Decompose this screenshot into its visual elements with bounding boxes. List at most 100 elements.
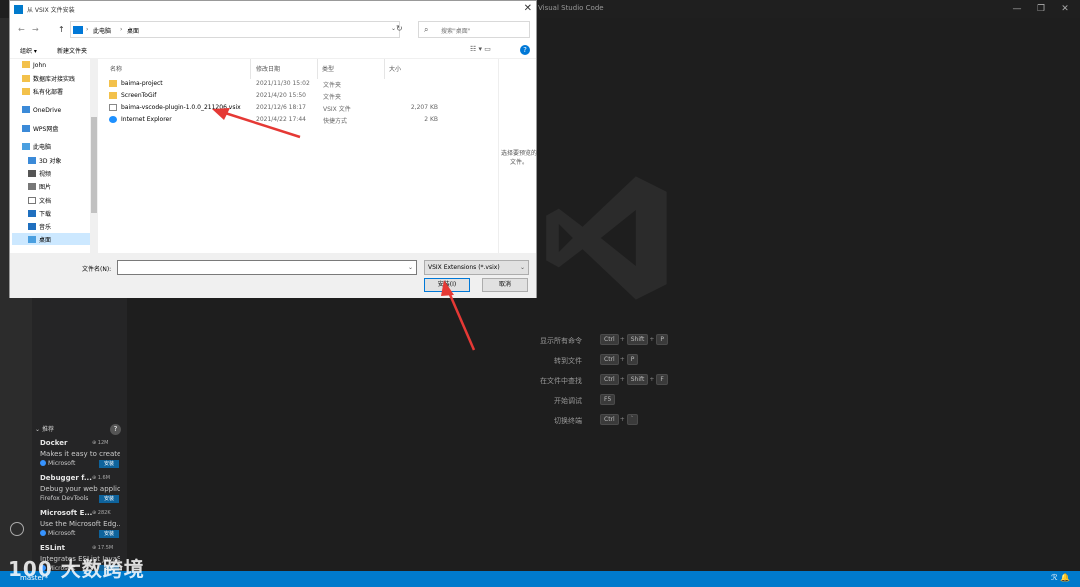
- filename-label: 文件名(N):: [82, 266, 112, 273]
- music-icon: [28, 223, 36, 230]
- search-input[interactable]: ⌕ 搜索"桌面": [418, 21, 530, 38]
- shortcut-row: 显示所有命令 Ctrl + Shift + P: [490, 334, 710, 346]
- extension-downloads: ⊕ 282K: [92, 510, 111, 516]
- shortcut-keys: Ctrl + Shift + P: [600, 334, 669, 345]
- column-divider[interactable]: [250, 59, 251, 79]
- shortcut-keys: Ctrl + `: [600, 414, 639, 425]
- account-icon[interactable]: [10, 522, 24, 536]
- refresh-icon[interactable]: ↻: [396, 24, 403, 33]
- folder-icon: [109, 92, 117, 99]
- column-header-name[interactable]: 名称: [110, 64, 122, 73]
- help-icon[interactable]: ?: [520, 45, 530, 55]
- file-type: 快捷方式: [323, 118, 348, 125]
- shortcut-keys: Ctrl + P: [600, 354, 639, 365]
- shortcut-label: 开始调试: [554, 397, 582, 405]
- install-button[interactable]: 安装(I): [424, 278, 470, 292]
- nav-item-desktop[interactable]: 桌面: [28, 235, 51, 247]
- file-row[interactable]: ScreenToGif 2021/4/20 15:50 文件夹: [106, 90, 486, 102]
- nav-item-john[interactable]: John: [22, 61, 46, 73]
- nav-item-music[interactable]: 音乐: [28, 222, 51, 234]
- new-folder-button[interactable]: 新建文件夹: [57, 46, 87, 55]
- nav-item-private-deploy[interactable]: 私有化部署: [22, 87, 63, 99]
- key: Shift: [626, 334, 649, 345]
- extension-install-button[interactable]: 安装: [99, 495, 119, 503]
- extension-publisher: Firefox DevTools: [40, 495, 89, 502]
- minimize-button[interactable]: —: [1006, 2, 1028, 16]
- extension-downloads: ⊕ 17.5M: [92, 545, 114, 551]
- extension-item[interactable]: Docker ⊕ 12M Makes it easy to create... …: [40, 439, 124, 473]
- file-type: 文件夹: [323, 82, 342, 89]
- status-notifications[interactable]: ℛ 🔔: [1051, 573, 1070, 582]
- nav-item-onedrive[interactable]: OneDrive: [22, 106, 61, 118]
- nav-item-this-pc[interactable]: 此电脑: [22, 142, 51, 154]
- chevron-down-icon[interactable]: ⌄: [408, 264, 413, 271]
- extension-install-button[interactable]: 安装: [99, 530, 119, 538]
- pc-icon: [22, 143, 30, 150]
- column-header-size[interactable]: 大小: [389, 64, 401, 73]
- dialog-title: 从 VSIX 文件安装: [27, 7, 75, 14]
- shortcut-row: 转到文件 Ctrl + P: [490, 354, 710, 366]
- view-options-icon[interactable]: ☷ ▾ ▭: [470, 45, 491, 53]
- nav-item-pictures[interactable]: 图片: [28, 182, 51, 194]
- extension-install-button[interactable]: 安装: [99, 460, 119, 468]
- file-size: 2 KB: [424, 116, 438, 123]
- pc-icon: [73, 26, 83, 34]
- shortcut-row: 在文件中查找 Ctrl + Shift + F: [490, 374, 710, 386]
- key: Ctrl: [600, 334, 619, 345]
- column-header-type[interactable]: 类型: [322, 64, 334, 73]
- watermark-logo: 100 大数跨境: [8, 557, 145, 581]
- nav-item-videos[interactable]: 视频: [28, 169, 51, 181]
- breadcrumb-desktop[interactable]: 桌面: [127, 26, 139, 35]
- shortcut-row: 开始调试 F5: [490, 394, 710, 406]
- file-row[interactable]: Internet Explorer 2021/4/22 17:44 快捷方式 2…: [106, 114, 486, 126]
- document-icon: [28, 197, 36, 204]
- extensions-recommended-header[interactable]: ⌄ 推荐 ?: [32, 424, 127, 437]
- nav-item-3d-objects[interactable]: 3D 对象: [28, 156, 61, 168]
- vscode-logo-icon: [546, 176, 667, 300]
- extension-item[interactable]: Microsoft E... ⊕ 282K Use the Microsoft …: [40, 509, 124, 543]
- close-icon[interactable]: ✕: [524, 3, 532, 14]
- verified-icon: [40, 460, 46, 466]
- up-arrow-icon[interactable]: ↑: [58, 25, 65, 34]
- shortcut-keys: Ctrl + Shift + F: [600, 374, 669, 385]
- preview-pane: 选择要预览的文件。: [498, 59, 537, 253]
- extension-publisher: Microsoft: [40, 460, 75, 467]
- filetype-select[interactable]: VSIX Extensions (*.vsix) ⌄: [424, 260, 529, 275]
- folder-icon: [22, 61, 30, 68]
- column-divider[interactable]: [384, 59, 385, 79]
- cancel-button[interactable]: 取消: [482, 278, 528, 292]
- search-icon: ⌕: [424, 25, 429, 34]
- nav-scrollbar-thumb[interactable]: [91, 117, 97, 213]
- download-icon: [28, 210, 36, 217]
- breadcrumb-separator: ›: [86, 26, 89, 33]
- nav-item-downloads[interactable]: 下载: [28, 209, 51, 221]
- close-button[interactable]: ✕: [1054, 2, 1076, 16]
- nav-item-wps[interactable]: WPS网盘: [22, 124, 58, 136]
- extension-item[interactable]: Debugger f... ⊕ 1.6M Debug your web appl…: [40, 474, 124, 508]
- maximize-button[interactable]: ❐: [1030, 2, 1052, 16]
- help-icon[interactable]: ?: [110, 424, 121, 435]
- key: `: [626, 414, 638, 425]
- search-placeholder: 搜索"桌面": [441, 28, 471, 35]
- organize-button[interactable]: 组织 ▾: [20, 46, 37, 55]
- filename-input[interactable]: ⌄: [117, 260, 417, 275]
- breadcrumb-this-pc[interactable]: 此电脑: [93, 26, 111, 35]
- extension-description: Debug your web applic...: [40, 485, 120, 493]
- key: P: [626, 354, 639, 365]
- file-row[interactable]: baima-project 2021/11/30 15:02 文件夹: [106, 78, 486, 90]
- address-bar[interactable]: › 此电脑 › 桌面 ⌄: [70, 21, 400, 38]
- dialog-footer: 文件名(N): ⌄ VSIX Extensions (*.vsix) ⌄ 安装(…: [10, 253, 536, 298]
- file-row-vsix[interactable]: baima-vscode-plugin-1.0.0_211206.vsix 20…: [106, 102, 486, 114]
- column-divider[interactable]: [317, 59, 318, 79]
- back-arrow-icon[interactable]: ←: [18, 25, 25, 34]
- dialog-navbar: ← → ↑ › 此电脑 › 桌面 ⌄ ↻ ⌕ 搜索"桌面": [10, 19, 536, 41]
- nav-item-documents[interactable]: 文档: [28, 196, 51, 208]
- extension-publisher: Microsoft: [40, 530, 75, 537]
- cloud-icon: [22, 106, 30, 113]
- column-header-date[interactable]: 修改日期: [256, 64, 280, 73]
- file-name: ScreenToGif: [121, 92, 157, 99]
- key: F5: [600, 394, 616, 405]
- chevron-down-icon: ⌄: [519, 264, 525, 271]
- forward-arrow-icon[interactable]: →: [32, 25, 39, 34]
- nav-item-db-practice[interactable]: 数据库对接实践: [22, 74, 75, 86]
